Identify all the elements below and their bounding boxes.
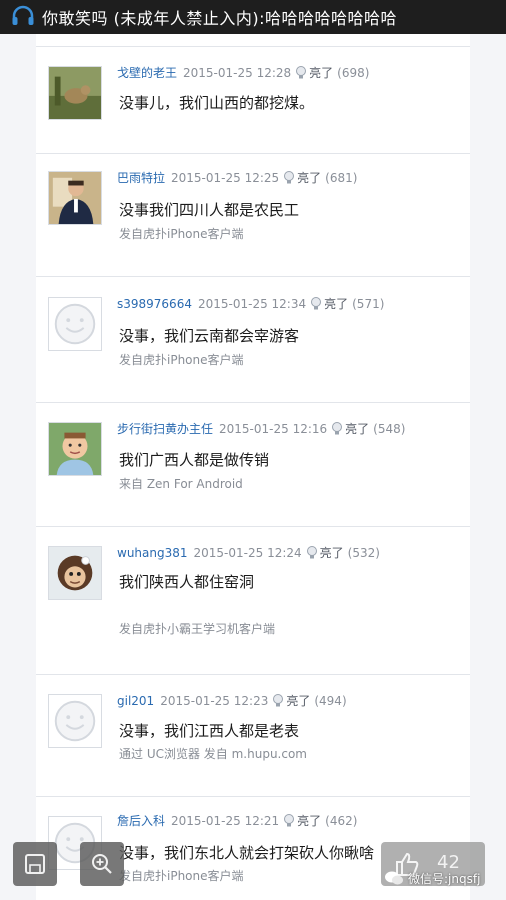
divider [36,276,470,277]
default-avatar-icon [49,298,101,350]
avatar[interactable] [48,171,102,225]
divider [36,402,470,403]
light-count: (571) [352,296,385,311]
lightbulb-icon[interactable] [331,421,343,436]
comment-source: 发自虎扑iPhone客户端 [119,227,244,241]
light-label[interactable]: 亮了 [297,812,321,829]
avatar[interactable] [48,694,102,748]
username-link[interactable]: 戈壁的老王 [117,64,177,81]
avatar[interactable] [48,546,102,600]
wechat-logo-icon [385,871,403,885]
light-label[interactable]: 亮了 [286,692,310,709]
timestamp: 2015-01-25 12:24 [193,545,302,560]
light-count: (548) [373,421,406,436]
divider [36,153,470,154]
avatar[interactable] [48,66,102,120]
comment-meta: 步行街扫黄办主任 2015-01-25 12:16 亮了 (548) [117,420,405,437]
comment-text: 我们陕西人都住窑洞 [119,573,255,591]
divider [36,46,470,47]
timestamp: 2015-01-25 12:16 [219,421,328,436]
divider [36,796,470,797]
comment-text: 没事，我们江西人都是老表 [119,722,300,740]
zoom-in-button[interactable] [80,842,124,886]
comment-meta: 詹后入科 2015-01-25 12:21 亮了 (462) [117,812,357,829]
light-count: (681) [325,170,358,185]
comment-text: 没事，我们云南都会宰游客 [119,327,300,345]
light-label[interactable]: 亮了 [320,544,344,561]
timestamp: 2015-01-25 12:23 [160,693,269,708]
light-count: (494) [314,693,347,708]
username-link[interactable]: wuhang381 [117,546,188,560]
lightbulb-icon[interactable] [283,170,295,185]
light-count: (532) [347,545,380,560]
username-link[interactable]: 步行街扫黄办主任 [117,420,213,437]
zoom-in-icon [92,854,112,874]
comment-feed: 戈壁的老王 2015-01-25 12:28 亮了 (698) 没事儿，我们山西… [36,34,470,900]
light-count: (698) [337,65,370,80]
save-button[interactable] [13,842,57,886]
comment-text: 没事，我们东北人就会打架砍人你瞅啥 [119,844,375,862]
comment-text: 我们广西人都是做传销 [119,451,270,469]
lightbulb-icon[interactable] [295,65,307,80]
page-title: 你敢笑吗 (未成年人禁止入内):哈哈哈哈哈哈哈哈 [42,9,397,28]
lightbulb-icon[interactable] [306,545,318,560]
light-label[interactable]: 亮了 [297,169,321,186]
watermark-text: 微信号:jnqsfj [408,871,481,886]
comment-meta: wuhang381 2015-01-25 12:24 亮了 (532) [117,544,380,561]
comment-meta: 戈壁的老王 2015-01-25 12:28 亮了 (698) [117,64,369,81]
username-link[interactable]: s398976664 [117,297,192,311]
page: 戈壁的老王 2015-01-25 12:28 亮了 (698) 没事儿，我们山西… [0,34,506,900]
avatar-child-icon [49,423,101,475]
headset-icon [12,5,34,25]
lightbulb-icon[interactable] [283,813,295,828]
timestamp: 2015-01-25 12:28 [183,65,292,80]
comment-text: 没事儿，我们山西的都挖煤。 [119,94,315,112]
username-link[interactable]: gil201 [117,694,154,708]
top-bar: 你敢笑吗 (未成年人禁止入内):哈哈哈哈哈哈哈哈 [0,0,506,34]
avatar-landscape-icon [49,67,101,119]
comment-source: 通过 UC浏览器 发自 m.hupu.com [119,747,307,761]
comment-source: 发自虎扑小霸王学习机客户端 [119,622,276,636]
avatar[interactable] [48,422,102,476]
comment-source: 来自 Zen For Android [119,477,243,491]
light-count: (462) [325,813,358,828]
lightbulb-icon[interactable] [272,693,284,708]
light-label[interactable]: 亮了 [324,295,348,312]
save-icon [25,854,45,874]
light-label[interactable]: 亮了 [309,64,333,81]
username-link[interactable]: 巴雨特拉 [117,169,165,186]
avatar-monkey-icon [49,547,101,599]
comment-text: 没事我们四川人都是农民工 [119,201,300,219]
username-link[interactable]: 詹后入科 [117,812,165,829]
timestamp: 2015-01-25 12:21 [171,813,280,828]
comment-meta: s398976664 2015-01-25 12:34 亮了 (571) [117,295,384,312]
default-avatar-icon [49,695,101,747]
divider [36,674,470,675]
avatar-person-icon [49,172,101,224]
comment-source: 发自虎扑iPhone客户端 [119,353,244,367]
light-label[interactable]: 亮了 [345,420,369,437]
comment-meta: 巴雨特拉 2015-01-25 12:25 亮了 (681) [117,169,357,186]
avatar[interactable] [48,297,102,351]
comment-source: 发自虎扑iPhone客户端 [119,869,244,883]
timestamp: 2015-01-25 12:25 [171,170,280,185]
comment-meta: gil201 2015-01-25 12:23 亮了 (494) [117,692,347,709]
timestamp: 2015-01-25 12:34 [197,296,307,311]
lightbulb-icon[interactable] [310,296,322,311]
divider [36,526,470,527]
watermark: 微信号:jnqsfj [380,866,486,890]
